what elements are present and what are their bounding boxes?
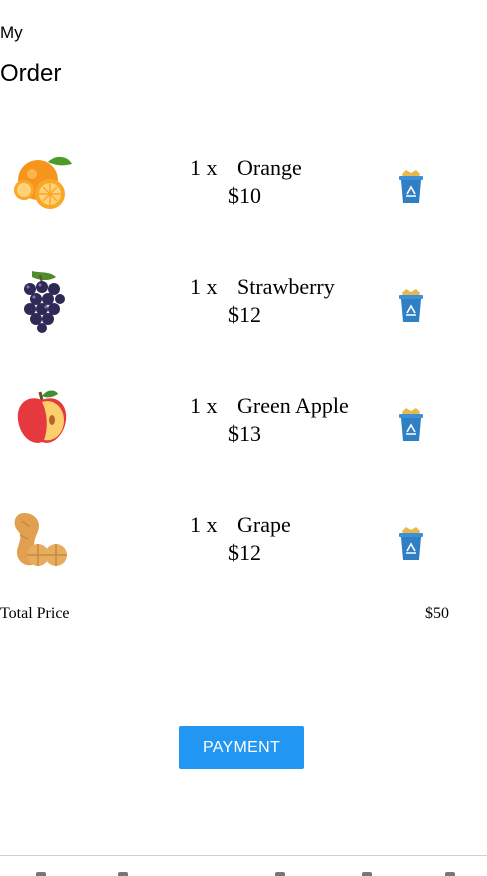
item-qty-name: 1 x Orange (190, 155, 302, 181)
order-item: 1 x Orange $10 (0, 140, 487, 240)
apple-icon (17, 390, 67, 443)
grapes-icon (24, 271, 65, 333)
nav-tab[interactable] (275, 872, 285, 876)
payment-button[interactable]: PAYMENT (179, 726, 304, 769)
item-name: Green Apple (237, 393, 349, 418)
nav-tab[interactable] (36, 872, 46, 876)
item-price: $10 (228, 183, 261, 208)
item-qty-name: 1 x Strawberry (190, 274, 335, 300)
order-item: 1 x Green Apple $13 (0, 378, 487, 478)
item-name: Grape (237, 512, 291, 537)
page-title: Order (0, 60, 62, 87)
item-price: $12 (228, 302, 261, 327)
header-my: My (0, 23, 23, 42)
item-qty: 1 x (190, 274, 218, 299)
recycle-bin-icon[interactable] (397, 289, 425, 323)
nav-tab[interactable] (362, 872, 372, 876)
nav-tab[interactable] (118, 872, 128, 876)
item-name: Strawberry (237, 274, 335, 299)
recycle-bin-icon[interactable] (397, 408, 425, 442)
orange-icon (14, 156, 72, 209)
item-qty: 1 x (190, 512, 218, 537)
order-item: 1 x Grape $12 (0, 497, 487, 597)
item-price: $12 (228, 540, 261, 565)
recycle-bin-icon[interactable] (397, 527, 425, 561)
order-item: 1 x Strawberry $12 (0, 259, 487, 359)
item-qty: 1 x (190, 155, 218, 180)
peanut-icon (14, 513, 67, 566)
bottom-navigation (0, 855, 487, 876)
item-qty: 1 x (190, 393, 218, 418)
recycle-bin-icon[interactable] (397, 170, 425, 204)
item-qty-name: 1 x Green Apple (190, 393, 349, 419)
total-price-value: $50 (425, 605, 449, 622)
item-name: Orange (237, 155, 302, 180)
item-price: $13 (228, 421, 261, 446)
nav-tab[interactable] (445, 872, 455, 876)
total-price-label: Total Price (0, 605, 70, 622)
item-qty-name: 1 x Grape (190, 512, 291, 538)
